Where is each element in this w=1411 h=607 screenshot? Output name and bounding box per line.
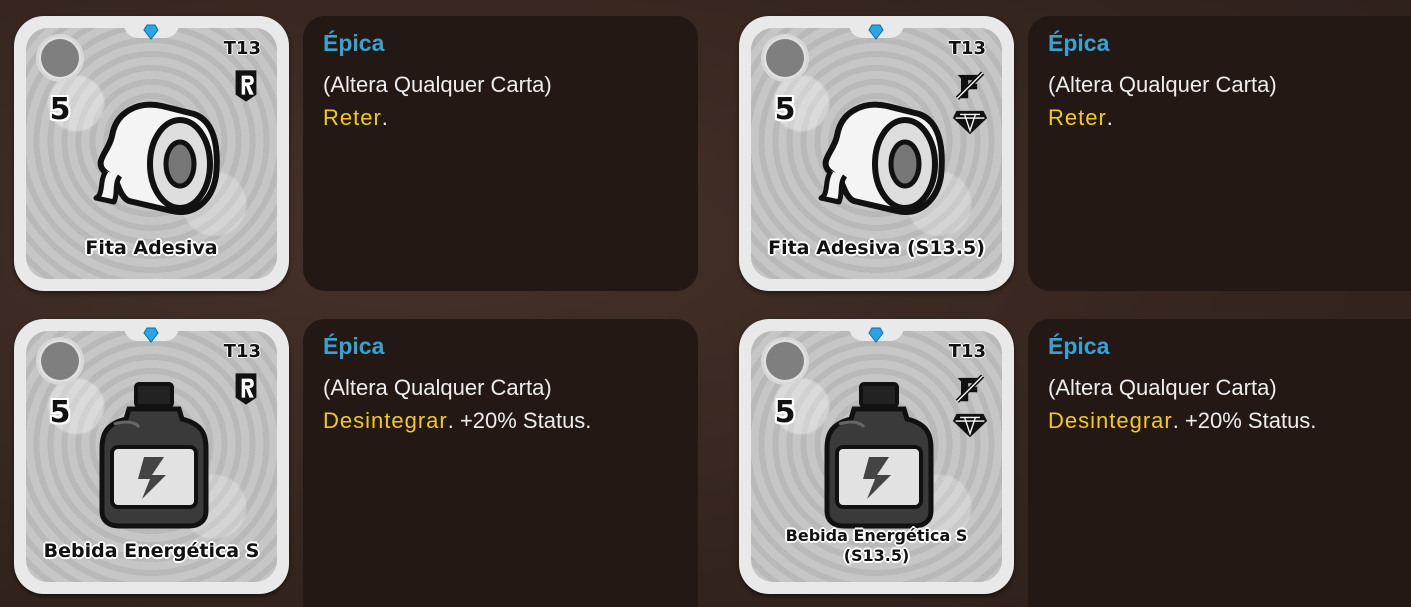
tape-roll-icon (809, 76, 949, 226)
card-name: Fita Adesiva (S13.5) (768, 237, 985, 260)
no-rotation-diamond-icon (952, 373, 988, 443)
card-description-panel: Épica (Altera Qualquer Carta) Desintegra… (303, 319, 698, 607)
keyword-link[interactable]: Desintegrar (1048, 408, 1173, 433)
coin-slot-icon (763, 36, 807, 80)
card-cost: 5 (49, 92, 71, 127)
card-description-panel: Épica (Altera Qualquer Carta) Reter. (303, 16, 698, 291)
gem-icon (868, 327, 884, 343)
card-description-panel: Épica (Altera Qualquer Carta) Reter. (1028, 16, 1411, 291)
energy-drink-bottle-icon (84, 379, 224, 529)
card-type-text: (Altera Qualquer Carta) (323, 72, 552, 97)
keyword-link[interactable]: Desintegrar (323, 408, 448, 433)
energy-drink-bottle-icon (809, 379, 949, 529)
card-type-text: (Altera Qualquer Carta) (1048, 72, 1277, 97)
card-name: Bebida Energética S (43, 540, 260, 563)
card-description: (Altera Qualquer Carta) Desintegrar. +20… (323, 371, 591, 437)
card-cost: 5 (774, 92, 796, 127)
card-cost: 5 (49, 395, 71, 430)
effect-text: . +20% Status. (1172, 408, 1317, 433)
card-cost: 5 (774, 395, 796, 430)
item-card-fita-adesiva-s13-5[interactable]: 5 T13 Fita Adesiva (S13.5) (739, 16, 1014, 291)
rarity-label: Épica (1048, 30, 1110, 56)
effect-text: . +20% Status. (447, 408, 592, 433)
effect-text: . (381, 105, 388, 130)
rotation-r-icon (233, 66, 259, 106)
no-rotation-diamond-icon (952, 70, 988, 140)
tape-roll-icon (84, 76, 224, 226)
item-card-bebida-energetica-s[interactable]: 5 T13 Bebida Energética S (14, 319, 289, 594)
rarity-label: Épica (1048, 333, 1110, 359)
card-tier: T13 (223, 341, 261, 362)
card-tier: T13 (948, 38, 986, 59)
gem-icon (868, 24, 884, 40)
coin-slot-icon (763, 339, 807, 383)
card-description: (Altera Qualquer Carta) Reter. (1048, 68, 1277, 134)
keyword-link[interactable]: Reter (323, 105, 382, 130)
card-name: Fita Adesiva (85, 237, 218, 260)
card-type-text: (Altera Qualquer Carta) (323, 375, 552, 400)
card-name-line2: (S13.5) (843, 546, 910, 565)
card-description-panel: Épica (Altera Qualquer Carta) Desintegra… (1028, 319, 1411, 607)
item-card-bebida-energetica-s-s13-5[interactable]: 5 T13 Bebida Energética S (S13.5) (739, 319, 1014, 594)
card-name-line1: Bebida Energética S (785, 526, 968, 545)
gem-icon (143, 327, 159, 343)
card-type-text: (Altera Qualquer Carta) (1048, 375, 1277, 400)
coin-slot-icon (38, 339, 82, 383)
rarity-label: Épica (323, 30, 385, 56)
card-name: Bebida Energética S (S13.5) (747, 526, 1006, 566)
coin-slot-icon (38, 36, 82, 80)
card-description: (Altera Qualquer Carta) Reter. (323, 68, 552, 134)
gem-icon (143, 24, 159, 40)
card-tier: T13 (948, 341, 986, 362)
card-tier: T13 (223, 38, 261, 59)
card-description: (Altera Qualquer Carta) Desintegrar. +20… (1048, 371, 1316, 437)
keyword-link[interactable]: Reter (1048, 105, 1107, 130)
item-card-fita-adesiva[interactable]: 5 T13 Fita Adesiva (14, 16, 289, 291)
effect-text: . (1106, 105, 1113, 130)
rotation-r-icon (233, 369, 259, 409)
rarity-label: Épica (323, 333, 385, 359)
